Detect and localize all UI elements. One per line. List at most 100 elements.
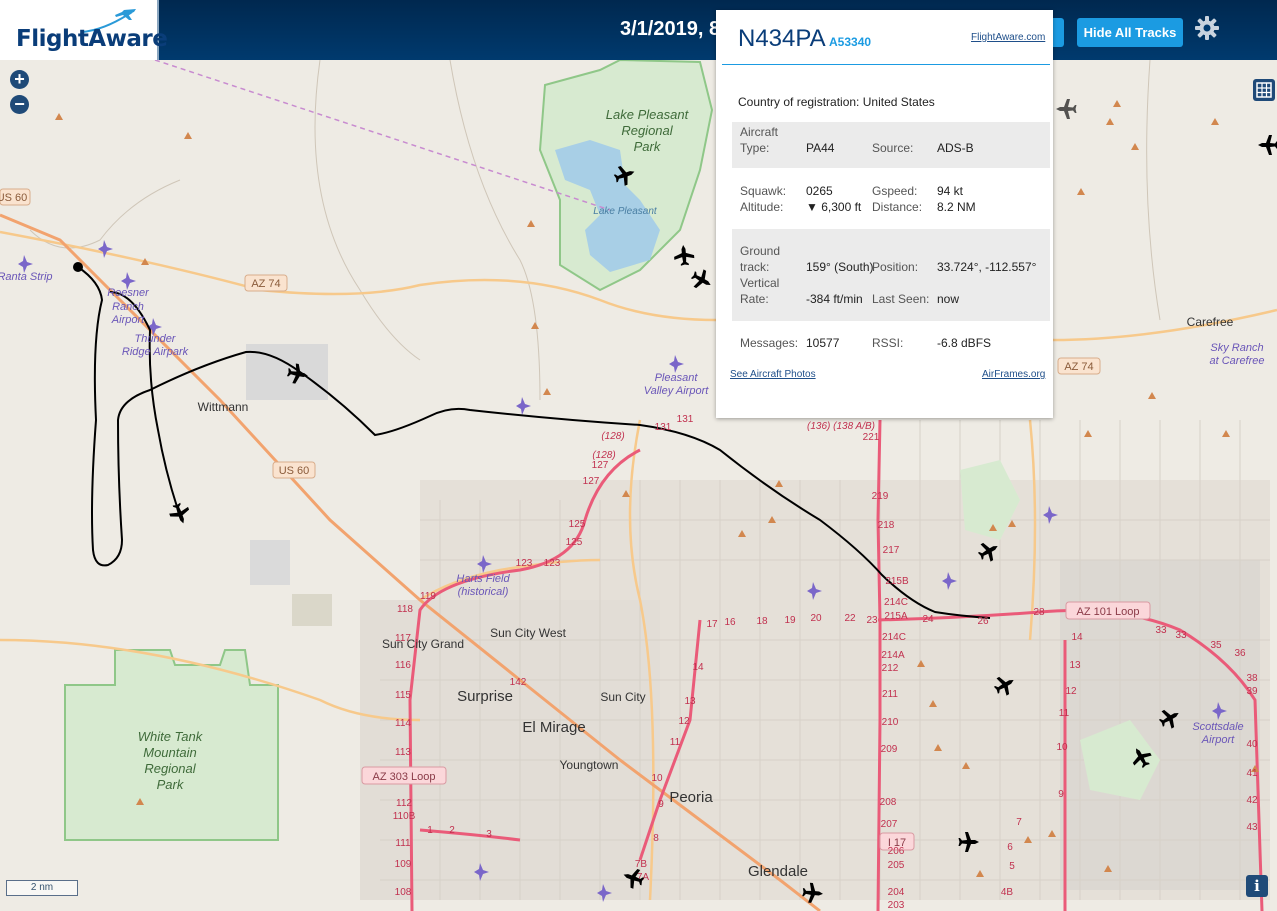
map[interactable]: US 60 AZ 74 US 60 AZ 74 AZ 101 Loop AZ 3… <box>0 0 1277 911</box>
vrate-value: -384 ft/min <box>806 292 863 306</box>
label-scottsdale-1: Scottsdale <box>1192 721 1243 733</box>
hide-all-tracks-button[interactable]: Hide All Tracks <box>1077 18 1183 47</box>
aircraft-type-value: PA44 <box>806 141 835 155</box>
route-number-label: 10 <box>651 773 663 784</box>
label-lake: Lake Pleasant <box>593 206 658 217</box>
airplane-icon[interactable] <box>1056 99 1077 119</box>
label-sky-1: Sky Ranch <box>1210 342 1263 354</box>
shield-az303-text: AZ 303 Loop <box>373 771 436 783</box>
route-number-label: 35 <box>1210 640 1222 651</box>
airplane-icon[interactable] <box>673 244 695 267</box>
ground-track-label-1: Ground <box>740 244 781 258</box>
route-number-label: 214C <box>882 632 906 643</box>
label-el-mirage: El Mirage <box>522 719 585 736</box>
layers-button[interactable] <box>1253 79 1275 101</box>
route-number-label: 6 <box>1007 842 1013 853</box>
route-number-label: 131 <box>677 414 694 425</box>
route-number-label: 2 <box>449 825 455 836</box>
aircraft-ident[interactable]: N434PA <box>738 25 826 53</box>
position-value: 33.724°, -112.557° <box>937 260 1037 274</box>
route-number-label: 123 <box>544 558 561 569</box>
route-number-label: 41 <box>1246 768 1258 779</box>
route-number-label: 13 <box>684 696 696 707</box>
route-number-label: 125 <box>569 519 586 530</box>
route-number-label: 112 <box>396 798 412 809</box>
route-number-label: 114 <box>395 718 411 729</box>
route-number-label: 207 <box>881 819 898 830</box>
label-lake-park-3: Park <box>634 139 662 154</box>
route-number-label: 111 <box>395 838 411 849</box>
route-number-label: 123 <box>516 558 533 569</box>
aircraft-type-label: Aircraft Type: <box>740 124 778 156</box>
airframes-link[interactable]: AirFrames.org <box>982 369 1045 380</box>
scale-bar: 2 nm <box>6 880 78 896</box>
route-number-label: 43 <box>1246 822 1258 833</box>
route-number-label: 208 <box>880 797 897 808</box>
info-icon[interactable]: i <box>1246 875 1268 897</box>
label-peoria: Peoria <box>669 789 713 806</box>
country-label: Country of registration: <box>738 95 860 109</box>
label-sky-2: at Carefree <box>1209 355 1264 367</box>
shield-us60-top-text: US 60 <box>0 192 27 204</box>
gear-icon[interactable] <box>1193 14 1221 42</box>
route-number-label: 13 <box>1069 660 1081 671</box>
header-bar: FlightAware 3/1/2019, 8 Hide All Tracks <box>0 0 1277 60</box>
logo-text: FlightAware <box>16 26 168 52</box>
shield-az74-right-text: AZ 74 <box>1064 361 1093 373</box>
route-number-label: 218 <box>878 520 895 531</box>
route-number-label: 113 <box>395 747 411 758</box>
route-number-label: 127 <box>592 460 609 471</box>
track-start-dot <box>73 262 83 272</box>
source-value: ADS-B <box>937 141 974 155</box>
aircraft-type-label-1: Aircraft <box>740 125 779 139</box>
ground-track-value: 159° (South) <box>806 260 874 274</box>
aircraft-type-label-2: Type: <box>740 141 770 155</box>
label-white-tank-4: Park <box>157 777 185 792</box>
route-number-label: 24 <box>922 614 934 625</box>
aircraft-popup: N434PA A53340 FlightAware.com Country of… <box>716 10 1053 418</box>
see-aircraft-photos-link[interactable]: See Aircraft Photos <box>730 369 816 380</box>
squawk-value: 0265 <box>806 184 833 198</box>
zoom-out-button[interactable]: − <box>10 95 29 114</box>
route-number-label: 125 <box>566 537 583 548</box>
label-white-tank-3: Regional <box>144 761 196 776</box>
route-number-label: 39 <box>1246 686 1258 697</box>
route-number-label: 209 <box>881 744 898 755</box>
route-number-label: 205 <box>888 860 905 871</box>
last-seen-label: Last Seen: <box>872 292 930 306</box>
route-number-label: 117 <box>395 633 411 644</box>
route-number-label: 40 <box>1246 739 1258 750</box>
messages-value: 10577 <box>806 336 840 350</box>
airplane-icon[interactable] <box>687 266 716 294</box>
label-lake-park-1: Lake Pleasant <box>606 107 690 122</box>
route-number-label: 14 <box>692 662 704 673</box>
flightaware-link[interactable]: FlightAware.com <box>971 32 1045 43</box>
route-number-label: 26 <box>977 616 989 627</box>
label-ranta: Ranta Strip <box>0 271 53 283</box>
route-number-label: 7 <box>1016 817 1022 828</box>
label-scottsdale-2: Airport <box>1201 734 1235 746</box>
label-roesner-1: Roesner <box>107 287 150 299</box>
route-number-label: 204 <box>888 887 905 898</box>
ground-track-label: Ground track: <box>740 243 780 275</box>
zoom-in-button[interactable]: + <box>10 70 29 89</box>
label-wittmann: Wittmann <box>198 400 249 414</box>
airplane-icon[interactable] <box>167 500 193 527</box>
route-number-label: 115 <box>395 690 411 701</box>
route-number-label: 16 <box>724 617 736 628</box>
route-number-label: 28 <box>1033 607 1045 618</box>
last-seen-value: now <box>937 292 960 306</box>
route-number-label: 9 <box>1058 789 1064 800</box>
label-roesner-2: Ranch <box>112 301 144 313</box>
route-number-label: 14 <box>1071 632 1083 643</box>
flightaware-logo[interactable]: FlightAware <box>0 0 168 60</box>
altitude-label: Altitude: <box>740 200 784 214</box>
airplane-icon[interactable] <box>1258 135 1277 155</box>
distance-label: Distance: <box>872 200 923 214</box>
route-number-label: 119 <box>420 591 436 602</box>
label-white-tank-2: Mountain <box>143 745 196 760</box>
route-number-label: 10 <box>1056 742 1068 753</box>
route-number-label: 142 <box>510 677 527 688</box>
route-number-label: 36 <box>1234 648 1246 659</box>
label-thunder-2: Ridge Airpark <box>122 346 189 358</box>
